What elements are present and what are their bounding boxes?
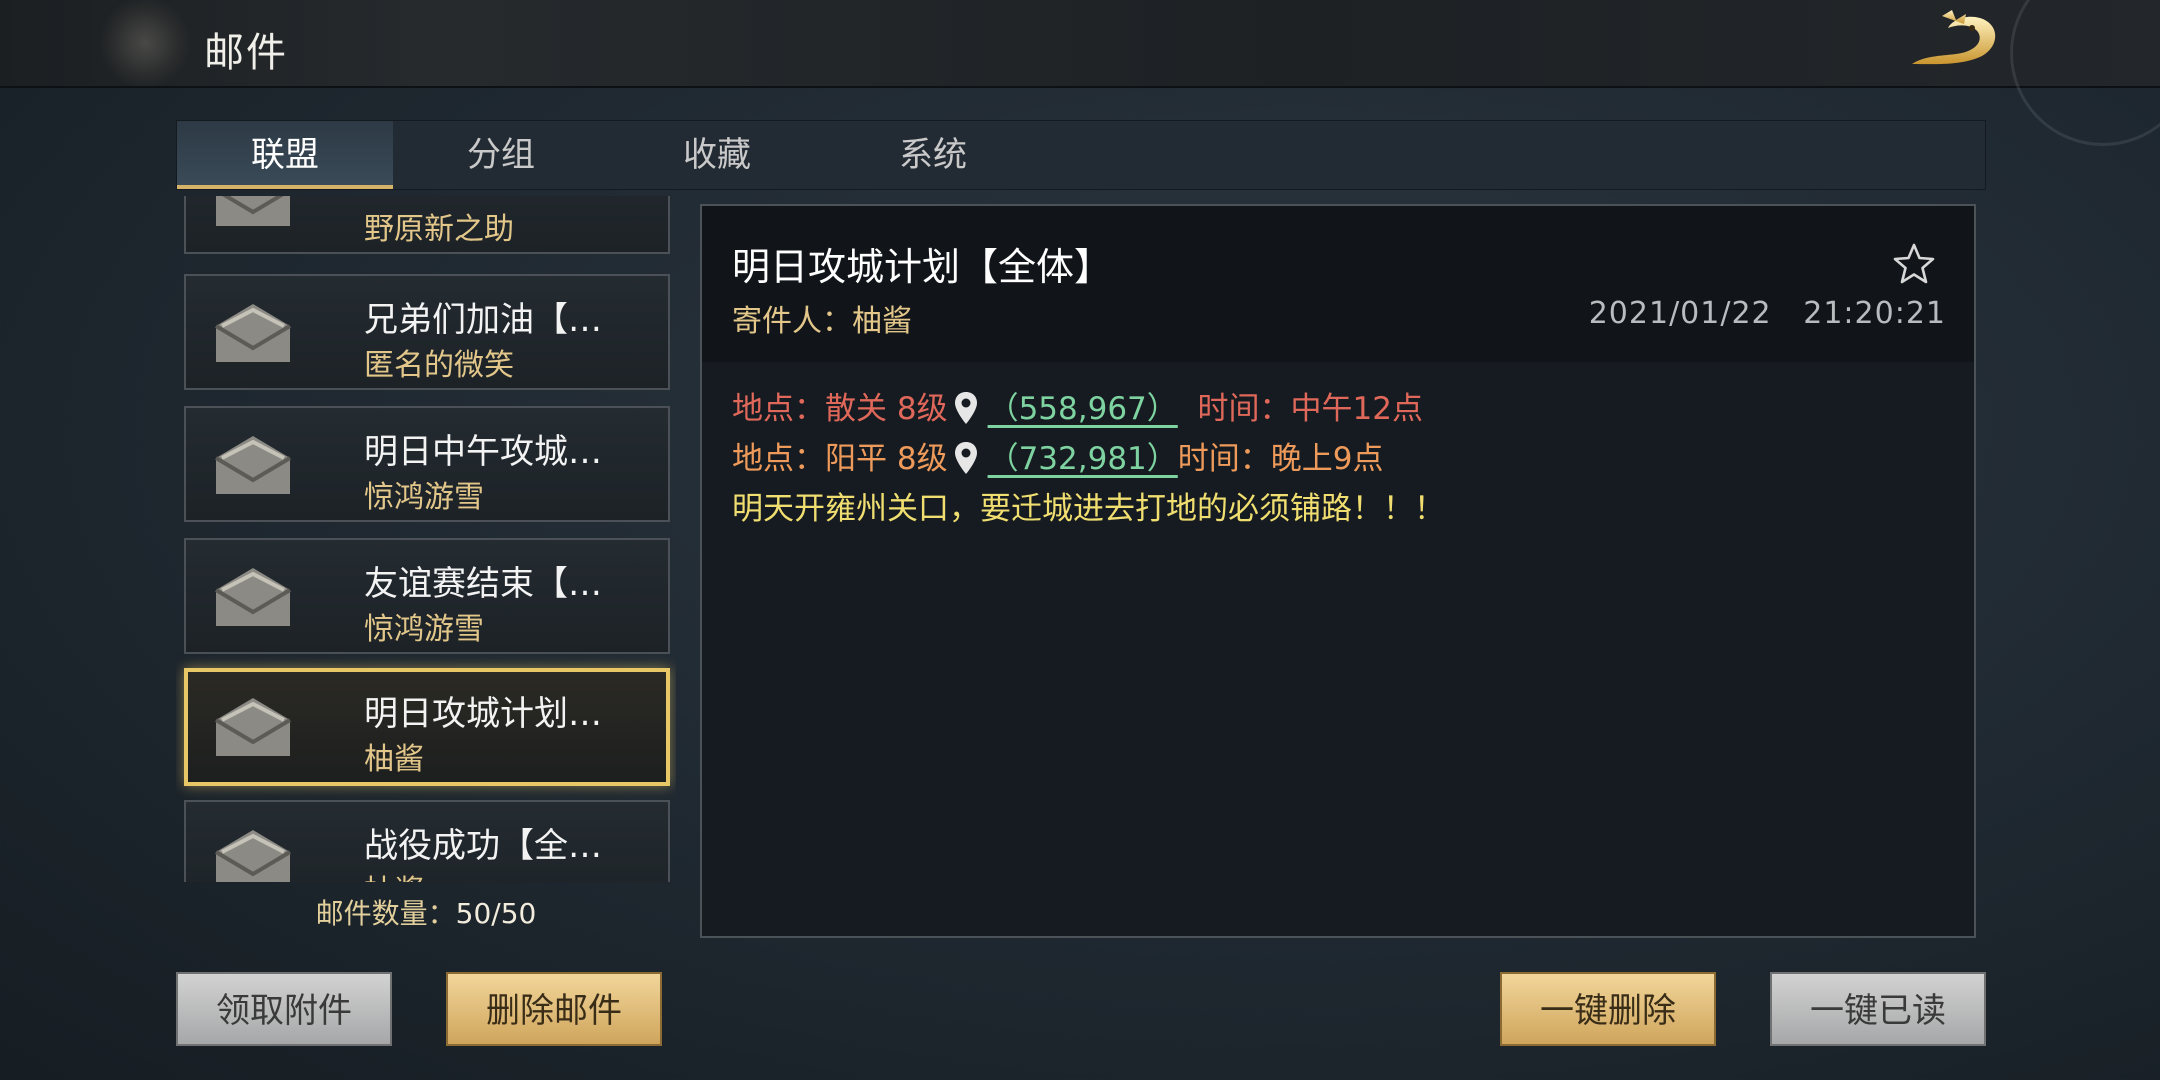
envelope-icon [214, 830, 292, 882]
mail-list-item[interactable]: 兄弟们加油【… 匿名的微笑 [184, 274, 670, 390]
mail-sender: 匿名的微笑 [364, 348, 514, 383]
location-text: 地点：阳平 8级 [732, 441, 948, 477]
tab-alliance[interactable]: 联盟 [177, 121, 393, 189]
mail-detail-pane: 明日攻城计划【全体】 寄件人：柚酱 2021/01/22 21:20:21 地点… [700, 204, 1976, 938]
mail-list-item-selected[interactable]: 明日攻城计划… 柚酱 [184, 668, 670, 786]
mail-sender: 野原新之助 [364, 212, 514, 247]
mail-list-item[interactable]: 战役成功【全… 柚酱 [184, 800, 670, 882]
sender-name: 柚酱 [852, 304, 912, 339]
mail-count-value: 50/50 [455, 897, 537, 930]
tab-system[interactable]: 系统 [825, 121, 1041, 189]
mail-sender: 柚酱 [364, 866, 424, 882]
mail-subject: 友谊赛结束【… [364, 564, 602, 604]
mail-count-label: 邮件数量： [315, 897, 456, 930]
sender-label: 寄件人： [732, 304, 852, 339]
mail-tabs: 联盟 分组 收藏 系统 [176, 120, 1986, 190]
envelope-icon [214, 698, 292, 756]
dragon-logo-icon[interactable] [1902, 6, 2008, 80]
location-pin-icon [954, 392, 977, 424]
time-text: 时间：晚上9点 [1177, 441, 1384, 477]
mail-list-item[interactable]: 友谊赛结束【… 惊鸿游雪 [184, 538, 670, 654]
mark-all-read-button[interactable]: 一键已读 [1770, 972, 1986, 1046]
mail-date: 2021/01/22 [1588, 296, 1772, 331]
time-text: 时间：中午12点 [1197, 391, 1423, 427]
delete-all-button[interactable]: 一键删除 [1500, 972, 1716, 1046]
envelope-icon [214, 436, 292, 494]
envelope-icon [216, 196, 290, 226]
coordinate-link[interactable]: （732,981） [988, 441, 1178, 477]
mail-detail-title: 明日攻城计划【全体】 [732, 245, 1113, 289]
envelope-icon [214, 304, 292, 362]
mail-sender: 惊鸿游雪 [364, 480, 484, 515]
location-pin-icon [954, 442, 977, 474]
tab-favorites[interactable]: 收藏 [609, 121, 825, 189]
mail-line-2: 地点：阳平 8级 （732,981）时间：晚上9点 [732, 434, 1942, 484]
mail-line-1: 地点：散关 8级 （558,967） 时间：中午12点 [732, 384, 1942, 434]
mail-subject: 明日中午攻城… [364, 432, 602, 472]
mail-detail-sender: 寄件人：柚酱 [732, 296, 912, 340]
mail-subject: 战役成功【全… [364, 826, 602, 866]
mail-detail-body: 地点：散关 8级 （558,967） 时间：中午12点 地点：阳平 8级 （732,… [732, 384, 1942, 534]
tab-group[interactable]: 分组 [393, 121, 609, 189]
mail-detail-datetime: 2021/01/22 21:20:21 [1589, 296, 1946, 331]
location-text: 地点：散关 8级 [732, 391, 948, 427]
delete-mail-button[interactable]: 删除邮件 [446, 972, 662, 1046]
envelope-icon [214, 568, 292, 626]
mail-list-item[interactable]: 明日中午攻城… 惊鸿游雪 [184, 406, 670, 522]
mail-sender: 惊鸿游雪 [364, 612, 484, 647]
mail-detail-header: 明日攻城计划【全体】 寄件人：柚酱 2021/01/22 21:20:21 [702, 206, 1974, 362]
mail-sender: 柚酱 [364, 742, 424, 777]
mail-time: 21:20:21 [1803, 296, 1946, 331]
page-title: 邮件 [204, 30, 288, 76]
mail-line-3: 明天开雍州关口，要迁城进去打地的必须铺路！！！ [732, 491, 1445, 527]
mail-subject: 明日攻城计划… [364, 694, 602, 734]
mail-subject: 兄弟们加油【… [364, 300, 602, 340]
header-ring-ornament [2010, 0, 2160, 146]
star-icon[interactable] [1892, 242, 1936, 286]
top-bar: 邮件 [0, 0, 2160, 146]
claim-attachments-button[interactable]: 领取附件 [176, 972, 392, 1046]
header-ornament [100, 0, 190, 86]
mail-count: 邮件数量：50/50 [176, 892, 676, 932]
mail-list[interactable]: 野原新之助 兄弟们加油【… 匿名的微笑 明日中午攻城… 惊鸿游雪 友谊赛结束【…… [176, 196, 676, 882]
coordinate-link[interactable]: （558,967） [988, 391, 1178, 427]
mail-list-item[interactable]: 野原新之助 [184, 196, 670, 254]
